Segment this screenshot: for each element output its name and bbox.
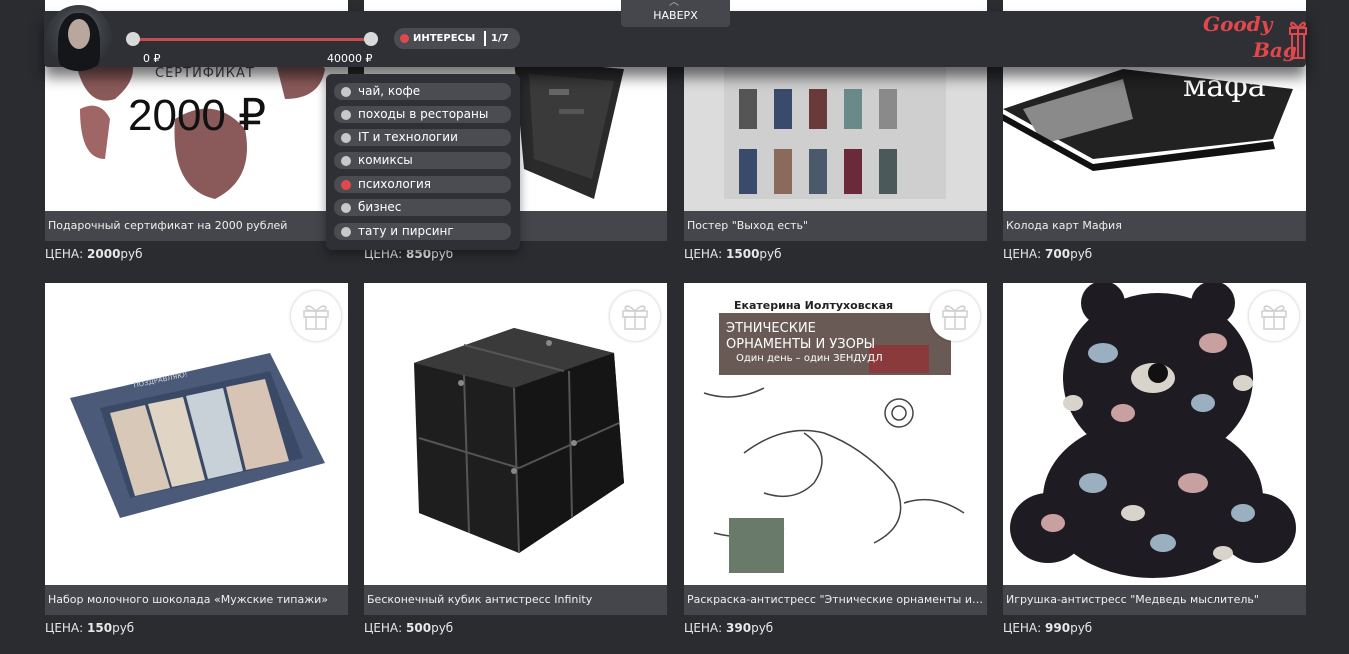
product-title[interactable]: Постер "Выход есть" (684, 211, 987, 241)
product-price: ЦЕНА: 700руб (1003, 247, 1306, 261)
price-currency: руб (759, 247, 782, 261)
price-currency: руб (120, 247, 143, 261)
product-price: ЦЕНА: 990руб (1003, 621, 1306, 635)
price-prefix: ЦЕНА: (684, 621, 723, 635)
interest-label: IT и технологии (358, 130, 458, 144)
product-title[interactable]: Игрушка-антистресс "Медведь мыслитель" (1003, 585, 1306, 615)
interest-label: чай, кофе (358, 84, 421, 98)
interest-option[interactable]: тату и пирсинг (334, 223, 511, 240)
book-title: ЭТНИЧЕСКИЕ ОРНАМЕНТЫ И УЗОРЫ (726, 321, 876, 352)
price-value: 700 (1045, 247, 1071, 261)
certificate-amount: 2000 ₽ (128, 91, 267, 140)
mafia-box-text: мафа (1183, 69, 1266, 104)
add-to-wishlist-button[interactable] (610, 291, 660, 341)
price-range-track[interactable] (132, 38, 372, 41)
product-title[interactable]: Бесконечный кубик антистресс Infinity (364, 585, 667, 615)
certificate-caption: СЕРТИФИКАТ (155, 66, 255, 81)
product-price: ЦЕНА: 150руб (45, 621, 348, 635)
interests-label: ИНТЕРЕСЫ (413, 33, 476, 44)
interest-checkbox-icon (341, 110, 351, 120)
interests-indicator-dot (400, 34, 409, 43)
price-value: 990 (1045, 621, 1071, 635)
price-currency: руб (1070, 247, 1093, 261)
chevron-up-icon: ︿ (669, 0, 679, 8)
price-range-min-handle[interactable] (126, 32, 140, 46)
price-value: 150 (87, 621, 113, 635)
product-image[interactable] (364, 283, 667, 585)
interest-option[interactable]: бизнес (334, 199, 511, 216)
interest-checkbox-icon (341, 133, 351, 143)
add-to-wishlist-button[interactable] (930, 291, 980, 341)
product-price: ЦЕНА: 1500руб (684, 247, 987, 261)
interests-toggle-button[interactable]: ИНТЕРЕСЫ 1/7 (394, 28, 520, 49)
price-currency: руб (112, 621, 135, 635)
interest-checkbox-icon (341, 203, 351, 213)
product-image[interactable]: ПОЗДРАВЛЯЮ! (45, 283, 348, 585)
book-author: Екатерина Иолтуховская (734, 299, 894, 312)
interests-separator (484, 31, 486, 46)
interests-count: 1/7 (491, 33, 509, 44)
gift-icon (622, 305, 648, 330)
interest-label: походы в рестораны (358, 107, 489, 121)
price-currency: руб (751, 621, 774, 635)
price-currency: руб (1070, 621, 1093, 635)
price-value: 2000 (87, 247, 121, 261)
book-subtitle: Один день – один ЗЕНДУДЛ (736, 353, 883, 364)
price-prefix: ЦЕНА: (1003, 621, 1042, 635)
logo-text-goody: Goody (1203, 12, 1273, 36)
product-price: ЦЕНА: 2000руб (45, 247, 348, 261)
product-image[interactable] (1003, 283, 1306, 585)
scroll-to-top-label: НАВЕРХ (653, 9, 698, 22)
product-price: ЦЕНА: 390руб (684, 621, 987, 635)
interest-checkbox-icon (341, 227, 351, 237)
price-prefix: ЦЕНА: (45, 621, 84, 635)
interest-checkbox-icon (341, 180, 351, 190)
product-card[interactable]: Бесконечный кубик антистресс Infinity ЦЕ… (364, 283, 667, 635)
product-title[interactable]: Раскраска-антистресс "Этнические орнамен… (684, 585, 987, 615)
interest-option[interactable]: комиксы (334, 152, 511, 169)
product-card[interactable]: ПОЗДРАВЛЯЮ! Набор молочного шоколада «Му… (45, 283, 348, 635)
add-to-wishlist-button[interactable] (291, 291, 341, 341)
interests-dropdown: чай, кофе походы в рестораны IT и технол… (326, 74, 520, 250)
price-value: 1500 (726, 247, 760, 261)
price-range-max-handle[interactable] (364, 32, 378, 46)
add-to-wishlist-button[interactable] (1249, 291, 1299, 341)
interest-option[interactable]: походы в рестораны (334, 106, 511, 123)
product-card[interactable]: Игрушка-антистресс "Медведь мыслитель" Ц… (1003, 283, 1306, 635)
price-prefix: ЦЕНА: (1003, 247, 1042, 261)
interest-option[interactable]: чай, кофе (334, 83, 511, 100)
price-prefix: ЦЕНА: (684, 247, 723, 261)
price-currency: руб (431, 621, 454, 635)
interest-label: тату и пирсинг (358, 224, 454, 238)
gift-icon (303, 305, 329, 330)
product-title[interactable]: Колода карт Мафия (1003, 211, 1306, 241)
product-title[interactable]: Подарочный сертификат на 2000 рублей (45, 211, 348, 241)
product-card[interactable]: Екатерина Иолтуховская ЭТНИЧЕСКИЕ ОРНАМЕ… (684, 283, 987, 635)
interest-option[interactable]: IT и технологии (334, 129, 511, 146)
price-prefix: ЦЕНА: (45, 247, 84, 261)
user-avatar[interactable] (46, 5, 112, 71)
gift-icon (942, 305, 968, 330)
interest-option-selected[interactable]: психология (334, 176, 511, 193)
price-value: 500 (406, 621, 432, 635)
interest-checkbox-icon (341, 156, 351, 166)
product-title[interactable]: Набор молочного шоколада «Мужские типажи… (45, 585, 348, 615)
goodybag-logo[interactable]: Goody Bag (1197, 10, 1309, 66)
avatar-face (68, 19, 90, 49)
price-range-max-label: 40000 ₽ (327, 52, 373, 65)
gift-icon (1261, 305, 1287, 330)
product-price: ЦЕНА: 500руб (364, 621, 667, 635)
interest-label: комиксы (358, 153, 413, 167)
gift-box-icon (1289, 21, 1307, 59)
scroll-to-top-button[interactable]: ︿ НАВЕРХ (621, 0, 730, 27)
price-prefix: ЦЕНА: (364, 621, 403, 635)
product-image[interactable]: Екатерина Иолтуховская ЭТНИЧЕСКИЕ ОРНАМЕ… (684, 283, 987, 585)
price-value: 390 (726, 621, 752, 635)
interest-label: психология (358, 177, 432, 191)
interest-checkbox-icon (341, 87, 351, 97)
interest-label: бизнес (358, 200, 402, 214)
price-range-min-label: 0 ₽ (143, 52, 161, 65)
